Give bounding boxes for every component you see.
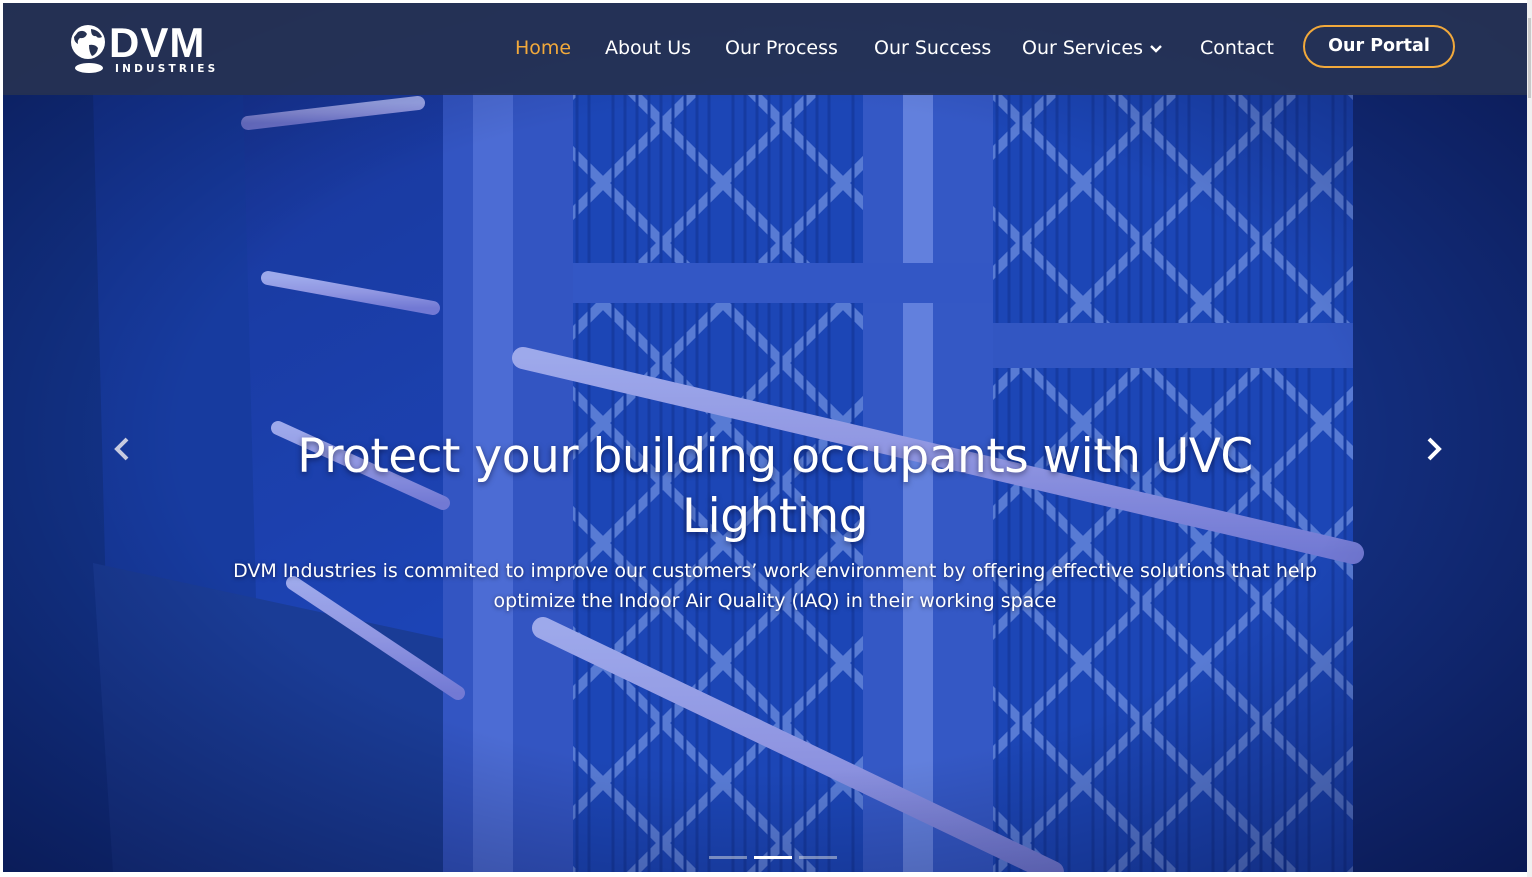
chevron-right-icon[interactable] [1417, 433, 1449, 465]
slide-indicator-3[interactable] [799, 856, 837, 859]
nav-item-our-success[interactable]: Our Success [874, 35, 991, 61]
brand-name: DVM [109, 19, 206, 66]
brand-tagline: INDUSTRIES [115, 63, 219, 75]
hero-subtitle: DVM Industries is commited to improve ou… [233, 560, 1317, 612]
slide-indicator-2[interactable] [754, 856, 792, 859]
nav-item-contact[interactable]: Contact [1200, 35, 1274, 61]
globe-icon [71, 25, 105, 73]
brand-logo[interactable]: DVM INDUSTRIES [69, 19, 229, 77]
nav-item-home[interactable]: Home [515, 35, 571, 61]
slide-indicator-1[interactable] [709, 856, 747, 859]
hero-title: Protect your building occupants with UVC… [297, 429, 1253, 544]
nav-item-our-process[interactable]: Our Process [725, 35, 838, 61]
nav-item-about-us[interactable]: About Us [605, 35, 691, 61]
nav-item-our-services-label: Our Services [1022, 37, 1143, 59]
nav-item-our-services[interactable]: Our Services [1022, 35, 1143, 61]
our-portal-button[interactable]: Our Portal [1303, 25, 1455, 68]
site-header: DVM INDUSTRIES Home About Us Our Process… [3, 3, 1527, 95]
browser-viewport: DVM INDUSTRIES Home About Us Our Process… [3, 3, 1527, 872]
scrollbar-thumb[interactable] [1528, 18, 1531, 98]
page-scrollbar[interactable] [1527, 0, 1532, 877]
chevron-down-icon[interactable] [1149, 43, 1163, 55]
chevron-left-icon[interactable] [107, 433, 139, 465]
